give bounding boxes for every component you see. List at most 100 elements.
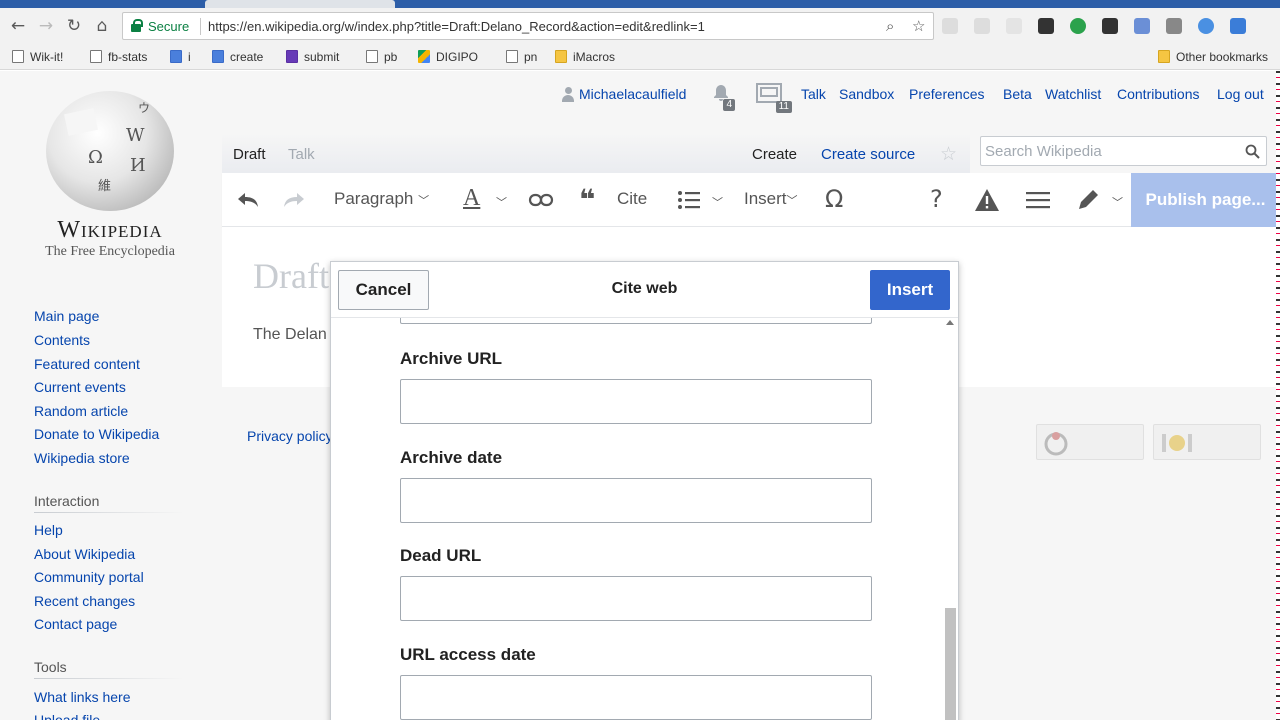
bookmark-submit[interactable]: submit (286, 50, 339, 64)
bookmark-wikit[interactable]: Wik-it! (12, 50, 63, 64)
docs-icon (212, 50, 224, 63)
other-bookmarks[interactable]: Other bookmarks (1158, 50, 1268, 64)
sidebar-item-contact-page[interactable]: Contact page (34, 616, 117, 632)
chevron-down-icon[interactable]: ﹀ (712, 194, 723, 210)
redo-icon[interactable] (282, 190, 306, 210)
archive-date-input[interactable] (400, 478, 872, 523)
cancel-button[interactable]: Cancel (338, 270, 429, 310)
publish-button[interactable]: Publish page... (1131, 173, 1280, 227)
url-access-date-input[interactable] (400, 675, 872, 720)
bookmark-i[interactable]: i (170, 50, 191, 64)
special-character-icon[interactable]: Ω (825, 185, 843, 213)
dead-url-input[interactable] (400, 576, 872, 621)
extension-icon-4[interactable] (1038, 18, 1054, 34)
notices-button[interactable]: 11 (756, 83, 792, 113)
zoom-icon[interactable]: ⌕ (886, 17, 894, 35)
contributions-link[interactable]: Contributions (1117, 86, 1200, 102)
interaction-heading[interactable]: Interaction (34, 493, 99, 509)
sidebar-item-help[interactable]: Help (34, 522, 63, 538)
sidebar-item-store[interactable]: Wikipedia store (34, 450, 130, 466)
reload-icon[interactable]: ↻ (64, 16, 84, 36)
extension-icon-7[interactable] (1134, 18, 1150, 34)
sidebar-item-main-page[interactable]: Main page (34, 308, 99, 324)
tools-heading[interactable]: Tools (34, 659, 67, 675)
wikipedia-logo[interactable]: W Ω И 維 ウ Wikipedia The Free Encyclopedi… (30, 91, 190, 260)
list-icon[interactable] (677, 190, 701, 210)
help-icon[interactable]: ? (930, 185, 943, 213)
secure-label: Secure (148, 19, 190, 34)
url-text[interactable]: https://en.wikipedia.org/w/index.php?tit… (208, 19, 705, 34)
sidebar-item-current-events[interactable]: Current events (34, 379, 126, 395)
logout-link[interactable]: Log out (1217, 86, 1264, 102)
extension-icon-10[interactable] (1230, 18, 1246, 34)
bookmark-digipo[interactable]: DIGIPO (418, 50, 478, 64)
tab-create[interactable]: Create (752, 146, 797, 163)
previous-field-input[interactable] (400, 318, 872, 324)
back-icon[interactable]: ← (8, 16, 28, 36)
dialog-body[interactable]: Archive URL Archive date Dead URL URL ac… (331, 318, 958, 720)
scrollbar-thumb[interactable] (945, 608, 956, 720)
article-text[interactable]: The Delan (253, 326, 327, 344)
chevron-down-icon: ﹀ (418, 194, 430, 207)
bookmark-fbstats[interactable]: fb-stats (90, 50, 147, 64)
sidebar-item-donate[interactable]: Donate to Wikipedia (34, 426, 159, 442)
extension-icon-8[interactable] (1166, 18, 1182, 34)
home-icon[interactable]: ⌂ (92, 16, 112, 36)
preferences-link[interactable]: Preferences (909, 86, 984, 102)
warning-icon[interactable] (974, 188, 1000, 212)
watchlist-link[interactable]: Watchlist (1045, 86, 1101, 102)
hangouts-icon[interactable] (1070, 18, 1086, 34)
bookmark-pb[interactable]: pb (366, 50, 397, 64)
address-bar[interactable]: Secure https://en.wikipedia.org/w/index.… (122, 12, 934, 40)
extension-icon-2[interactable] (974, 18, 990, 34)
sandbox-link[interactable]: Sandbox (839, 86, 894, 102)
puzzle-globe-icon: W Ω И 維 ウ (46, 91, 174, 211)
tab-talk[interactable]: Talk (288, 146, 315, 163)
sidebar-item-about[interactable]: About Wikipedia (34, 546, 135, 562)
tab-create-source[interactable]: Create source (821, 146, 915, 163)
chevron-down-icon[interactable]: ﹀ (496, 194, 507, 210)
scroll-up-arrow-icon[interactable] (946, 320, 954, 325)
bookmark-star-icon[interactable]: ☆ (912, 17, 925, 35)
sidebar-item-recent-changes[interactable]: Recent changes (34, 593, 135, 609)
beta-link[interactable]: Beta (1003, 86, 1032, 102)
browser-tab-active[interactable] (205, 0, 395, 8)
bookmark-create[interactable]: create (212, 50, 263, 64)
sidebar-item-contents[interactable]: Contents (34, 332, 90, 348)
sidebar-item-featured-content[interactable]: Featured content (34, 356, 140, 372)
forward-icon[interactable]: → (36, 16, 56, 36)
powered-by-mediawiki-badge[interactable] (1153, 424, 1261, 460)
paragraph-dropdown[interactable]: Paragraph ﹀ (334, 189, 429, 209)
wikimedia-project-badge[interactable] (1036, 424, 1144, 460)
tab-draft[interactable]: Draft (233, 146, 266, 163)
text-style-icon[interactable]: A (463, 185, 480, 212)
extension-icon-1[interactable] (942, 18, 958, 34)
search-input[interactable] (985, 141, 1235, 161)
extension-icon-3[interactable] (1006, 18, 1022, 34)
username-link[interactable]: Michaelacaulfield (579, 86, 686, 102)
cite-button[interactable]: Cite (617, 189, 647, 209)
search-icon[interactable] (1245, 144, 1260, 159)
watch-star-icon[interactable]: ☆ (940, 143, 957, 165)
edit-pencil-icon[interactable] (1076, 188, 1100, 212)
extension-icon-9[interactable] (1198, 18, 1214, 34)
link-icon[interactable] (528, 192, 554, 208)
privacy-policy-link[interactable]: Privacy policy (247, 428, 333, 444)
insert-button[interactable]: Insert (870, 270, 950, 310)
chevron-down-icon: ﹀ (786, 194, 798, 207)
pocket-icon[interactable] (1102, 18, 1118, 34)
sidebar-item-random-article[interactable]: Random article (34, 403, 128, 419)
undo-icon[interactable] (236, 190, 260, 210)
sidebar-item-community-portal[interactable]: Community portal (34, 569, 144, 585)
insert-menu[interactable]: Insert﹀ (744, 189, 798, 209)
archive-url-input[interactable] (400, 379, 872, 424)
alerts-button[interactable]: 4 (711, 83, 735, 111)
menu-icon[interactable] (1026, 191, 1050, 209)
chevron-down-icon[interactable]: ﹀ (1112, 194, 1123, 210)
talk-link[interactable]: Talk (801, 86, 826, 102)
sidebar-item-what-links-here[interactable]: What links here (34, 689, 130, 705)
bookmark-pn[interactable]: pn (506, 50, 537, 64)
bookmark-imacros[interactable]: iMacros (555, 50, 615, 64)
sidebar-item-upload-file[interactable]: Upload file (34, 712, 100, 720)
dialog-scrollbar[interactable] (943, 318, 958, 720)
